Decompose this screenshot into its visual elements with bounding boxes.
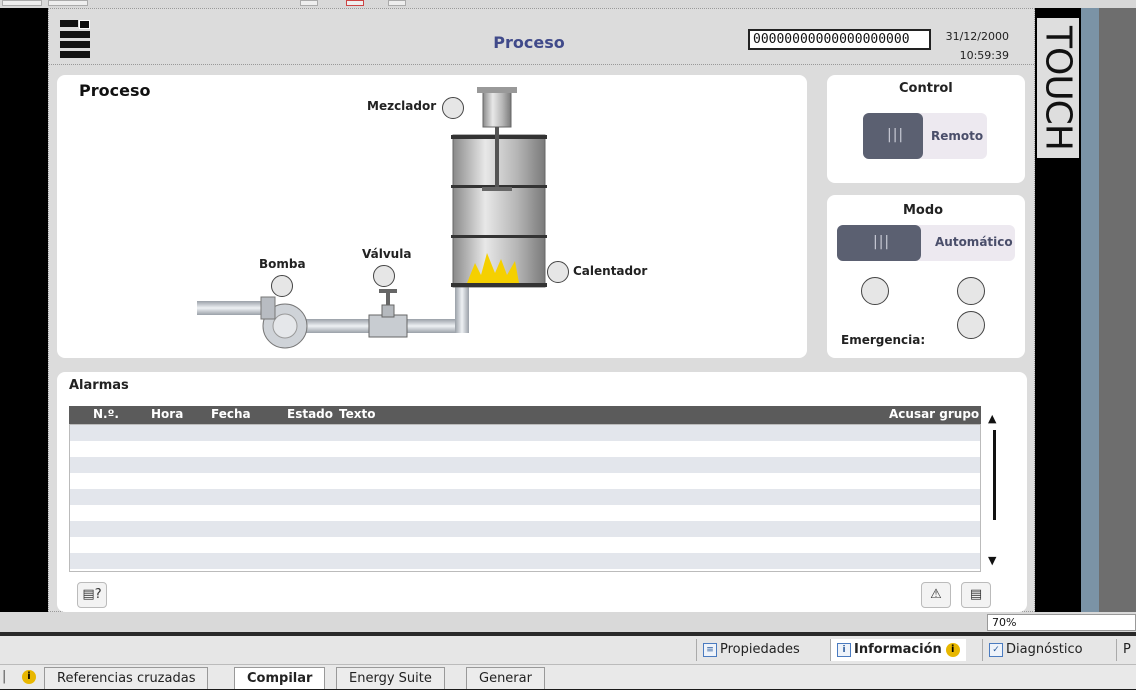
control-mode-switch[interactable]: ||| Remoto bbox=[863, 113, 987, 159]
col-time[interactable]: Hora bbox=[151, 407, 183, 421]
tab-compile[interactable]: Compilar bbox=[234, 667, 326, 689]
diagnostics-icon: ✓ bbox=[989, 642, 1003, 657]
tab-p[interactable]: P bbox=[1116, 639, 1136, 661]
table-row[interactable] bbox=[70, 457, 980, 473]
pump-label: Bomba bbox=[259, 257, 306, 271]
alarm-grid-header: N.º. Hora Fecha Estado Texto Acusar grup… bbox=[69, 406, 981, 424]
toolbar-button[interactable] bbox=[300, 0, 318, 6]
alarm-grid-body bbox=[69, 424, 981, 572]
top-toolbar-strip bbox=[0, 0, 1136, 8]
inlet-pipe bbox=[197, 301, 267, 315]
table-row[interactable] bbox=[70, 553, 980, 569]
tab-properties-label: Propiedades bbox=[720, 642, 800, 657]
counter-field[interactable]: 00000000000000000000 bbox=[748, 29, 931, 50]
hmi-screen: Proceso 00000000000000000000 31/12/2000 … bbox=[48, 8, 1035, 612]
tab-generate[interactable]: Generar bbox=[466, 667, 545, 689]
date-text: 31/12/2000 bbox=[945, 30, 1009, 43]
toolbar-button[interactable] bbox=[48, 0, 88, 6]
alarm-panel: Alarmas N.º. Hora Fecha Estado Texto Acu… bbox=[57, 372, 1027, 612]
col-state[interactable]: Estado bbox=[287, 407, 333, 421]
valve-label: Válvula bbox=[362, 247, 412, 261]
valve-status-lamp[interactable] bbox=[373, 265, 395, 287]
time-text: 10:59:39 bbox=[959, 49, 1009, 62]
table-row[interactable] bbox=[70, 537, 980, 553]
info-badge-icon: i bbox=[22, 670, 36, 684]
col-date[interactable]: Fecha bbox=[211, 407, 251, 421]
alarm-ack-button[interactable]: ▤ bbox=[961, 582, 991, 608]
tab-diagnostics-label: Diagnóstico bbox=[1006, 642, 1083, 657]
alarm-edit-button[interactable]: ⚠ bbox=[921, 582, 951, 608]
col-text[interactable]: Texto bbox=[339, 407, 375, 421]
mode-lamp-left[interactable] bbox=[861, 277, 889, 305]
tab-diagnostics[interactable]: ✓ Diagnóstico bbox=[982, 639, 1089, 661]
control-panel: Control ||| Remoto bbox=[827, 75, 1025, 183]
valve-graphic bbox=[368, 289, 408, 338]
pump-status-lamp[interactable] bbox=[271, 275, 293, 297]
toolbar-button[interactable] bbox=[388, 0, 406, 6]
mode-lamp-right[interactable] bbox=[957, 277, 985, 305]
info-icon: i bbox=[837, 642, 851, 657]
table-row[interactable] bbox=[70, 441, 980, 457]
touch-bezel: TOUCH bbox=[1035, 8, 1081, 612]
mode-title: Modo bbox=[903, 203, 944, 218]
hmi-left-bezel bbox=[0, 8, 48, 612]
riser-pipe bbox=[455, 285, 469, 333]
process-diagram bbox=[197, 87, 547, 349]
tank-graphic bbox=[451, 87, 547, 288]
alarm-scrollbar[interactable]: ▲ ▼ bbox=[983, 406, 1007, 572]
inspector-tabbar: ≡ Propiedades i Información i ✓ Diagnóstico … bbox=[0, 636, 1136, 664]
table-row[interactable] bbox=[70, 505, 980, 521]
col-number[interactable]: N.º. bbox=[93, 407, 119, 421]
left-edge-marker: | bbox=[2, 669, 7, 684]
acknowledge-icon: ⚠ bbox=[930, 587, 942, 602]
control-switch-label: Remoto bbox=[931, 129, 984, 143]
tab-cross-references[interactable]: Referencias cruzadas bbox=[44, 667, 209, 689]
tab-p-label: P bbox=[1123, 642, 1131, 657]
emergency-label: Emergencia: bbox=[841, 333, 926, 347]
toolbar-button[interactable] bbox=[2, 0, 42, 6]
alarm-info-button[interactable]: ▤? bbox=[77, 582, 107, 608]
brand-label: TOUCH bbox=[1037, 18, 1079, 158]
right-gutter bbox=[1081, 8, 1136, 612]
alarm-title: Alarmas bbox=[69, 378, 129, 393]
screen-title: Proceso bbox=[493, 33, 565, 52]
hmi-header: Proceso 00000000000000000000 31/12/2000 … bbox=[49, 9, 1034, 65]
mode-switch-label: Automático bbox=[935, 235, 1013, 249]
mode-panel: Modo ||| Automático Emergencia: bbox=[827, 195, 1025, 358]
table-row[interactable] bbox=[70, 521, 980, 537]
tab-properties[interactable]: ≡ Propiedades bbox=[696, 639, 806, 661]
tab-energy-suite[interactable]: Energy Suite bbox=[336, 667, 445, 689]
emergency-lamp[interactable] bbox=[957, 311, 985, 339]
table-help-icon: ▤? bbox=[82, 587, 102, 602]
properties-icon: ≡ bbox=[703, 642, 717, 657]
col-ack-group[interactable]: Acusar grupo bbox=[889, 407, 979, 421]
process-panel: Proceso Mezclador Válvula Bomba Calentad… bbox=[57, 75, 807, 358]
zoom-row: 70% bbox=[0, 612, 1136, 632]
heater-label: Calentador bbox=[573, 264, 648, 278]
table-row[interactable] bbox=[70, 473, 980, 489]
mode-switch[interactable]: ||| Automático bbox=[837, 225, 1015, 261]
scroll-thumb[interactable] bbox=[993, 430, 996, 520]
bottom-tabbar: | i Referencias cruzadas Compilar Energy… bbox=[0, 664, 1136, 689]
control-title: Control bbox=[899, 81, 953, 96]
tab-information-label: Información bbox=[854, 642, 942, 657]
menu-icon[interactable] bbox=[60, 20, 96, 60]
pump-graphic bbox=[260, 296, 308, 349]
heater-status-lamp[interactable] bbox=[547, 261, 569, 283]
mixer-label: Mezclador bbox=[367, 99, 437, 113]
mixer-status-lamp[interactable] bbox=[442, 97, 464, 119]
table-ack-icon: ▤ bbox=[969, 587, 983, 602]
zoom-select[interactable]: 70% bbox=[987, 614, 1136, 631]
datetime-display: 31/12/2000 10:59:39 bbox=[929, 27, 1009, 65]
tab-information[interactable]: i Información i bbox=[830, 639, 966, 661]
toolbar-button[interactable] bbox=[346, 0, 364, 6]
scroll-up-icon[interactable]: ▲ bbox=[988, 412, 996, 425]
table-row[interactable] bbox=[70, 489, 980, 505]
info-badge-icon: i bbox=[945, 642, 960, 657]
table-row[interactable] bbox=[70, 425, 980, 441]
scroll-down-icon[interactable]: ▼ bbox=[988, 554, 996, 567]
